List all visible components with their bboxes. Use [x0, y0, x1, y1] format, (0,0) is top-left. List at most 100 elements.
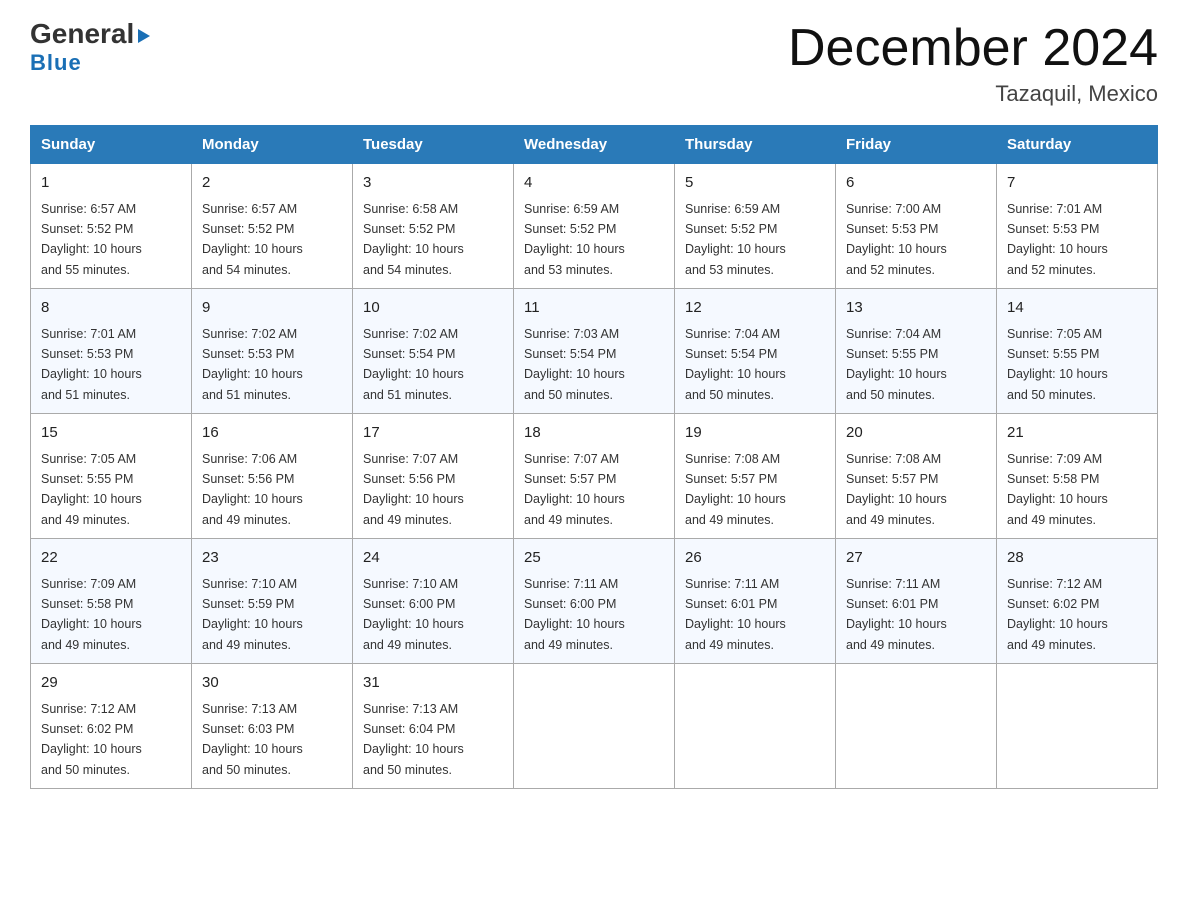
col-friday: Friday [836, 126, 997, 164]
day-number: 27 [846, 547, 986, 570]
day-number: 15 [41, 422, 181, 445]
logo-blue: Blue [30, 50, 82, 76]
day-info: Sunrise: 6:59 AMSunset: 5:52 PMDaylight:… [524, 202, 625, 277]
day-info: Sunrise: 7:05 AMSunset: 5:55 PMDaylight:… [1007, 327, 1108, 402]
day-number: 19 [685, 422, 825, 445]
day-info: Sunrise: 7:10 AMSunset: 6:00 PMDaylight:… [363, 577, 464, 652]
table-row: 29 Sunrise: 7:12 AMSunset: 6:02 PMDayligh… [31, 664, 192, 789]
day-info: Sunrise: 6:59 AMSunset: 5:52 PMDaylight:… [685, 202, 786, 277]
table-row: 3Sunrise: 6:58 AMSunset: 5:52 PMDaylight… [353, 164, 514, 289]
day-info: Sunrise: 7:11 AMSunset: 6:01 PMDaylight:… [846, 577, 947, 652]
day-info: Sunrise: 7:09 AMSunset: 5:58 PMDaylight:… [41, 577, 142, 652]
table-row: 21 Sunrise: 7:09 AMSunset: 5:58 PMDayligh… [997, 414, 1158, 539]
table-row: 31 Sunrise: 7:13 AMSunset: 6:04 PMDayligh… [353, 664, 514, 789]
table-row: 26 Sunrise: 7:11 AMSunset: 6:01 PMDayligh… [675, 539, 836, 664]
day-number: 25 [524, 547, 664, 570]
day-number: 12 [685, 297, 825, 320]
day-info: Sunrise: 7:07 AMSunset: 5:57 PMDaylight:… [524, 452, 625, 527]
day-number: 21 [1007, 422, 1147, 445]
table-row: 23 Sunrise: 7:10 AMSunset: 5:59 PMDayligh… [192, 539, 353, 664]
day-info: Sunrise: 7:13 AMSunset: 6:04 PMDaylight:… [363, 702, 464, 777]
day-number: 4 [524, 172, 664, 195]
table-row: 16Sunrise: 7:06 AMSunset: 5:56 PMDayligh… [192, 414, 353, 539]
day-number: 2 [202, 172, 342, 195]
day-number: 11 [524, 297, 664, 320]
day-info: Sunrise: 6:57 AMSunset: 5:52 PMDaylight:… [202, 202, 303, 277]
col-saturday: Saturday [997, 126, 1158, 164]
day-info: Sunrise: 7:07 AMSunset: 5:56 PMDaylight:… [363, 452, 464, 527]
day-info: Sunrise: 6:57 AMSunset: 5:52 PMDaylight:… [41, 202, 142, 277]
table-row: 22 Sunrise: 7:09 AMSunset: 5:58 PMDayligh… [31, 539, 192, 664]
table-row: 4 Sunrise: 6:59 AMSunset: 5:52 PMDaylight… [514, 164, 675, 289]
day-number: 6 [846, 172, 986, 195]
calendar-week-row: 1 Sunrise: 6:57 AMSunset: 5:52 PMDaylight… [31, 164, 1158, 289]
day-number: 24 [363, 547, 503, 570]
table-row: 17 Sunrise: 7:07 AMSunset: 5:56 PMDayligh… [353, 414, 514, 539]
day-info: Sunrise: 7:10 AMSunset: 5:59 PMDaylight:… [202, 577, 303, 652]
calendar-title: December 2024 [788, 20, 1158, 77]
day-number: 23 [202, 547, 342, 570]
day-info: Sunrise: 7:08 AMSunset: 5:57 PMDaylight:… [685, 452, 786, 527]
table-row [836, 664, 997, 789]
day-info: Sunrise: 7:05 AMSunset: 5:55 PMDaylight:… [41, 452, 142, 527]
day-info: Sunrise: 7:02 AMSunset: 5:53 PMDaylight:… [202, 327, 303, 402]
day-info: Sunrise: 7:11 AMSunset: 6:01 PMDaylight:… [685, 577, 786, 652]
day-number: 3 [363, 172, 503, 195]
table-row: 28 Sunrise: 7:12 AMSunset: 6:02 PMDayligh… [997, 539, 1158, 664]
table-row: 13Sunrise: 7:04 AMSunset: 5:55 PMDayligh… [836, 289, 997, 414]
col-tuesday: Tuesday [353, 126, 514, 164]
table-row: 24 Sunrise: 7:10 AMSunset: 6:00 PMDayligh… [353, 539, 514, 664]
day-number: 20 [846, 422, 986, 445]
table-row: 6 Sunrise: 7:00 AMSunset: 5:53 PMDaylight… [836, 164, 997, 289]
day-number: 28 [1007, 547, 1147, 570]
day-info: Sunrise: 7:12 AMSunset: 6:02 PMDaylight:… [1007, 577, 1108, 652]
table-row: 7Sunrise: 7:01 AMSunset: 5:53 PMDaylight… [997, 164, 1158, 289]
calendar-week-row: 15 Sunrise: 7:05 AMSunset: 5:55 PMDayligh… [31, 414, 1158, 539]
day-number: 16 [202, 422, 342, 445]
day-number: 1 [41, 172, 181, 195]
table-row: 18 Sunrise: 7:07 AMSunset: 5:57 PMDayligh… [514, 414, 675, 539]
calendar-week-row: 29 Sunrise: 7:12 AMSunset: 6:02 PMDayligh… [31, 664, 1158, 789]
day-number: 31 [363, 672, 503, 695]
table-row [514, 664, 675, 789]
day-number: 8 [41, 297, 181, 320]
table-row: 30Sunrise: 7:13 AMSunset: 6:03 PMDayligh… [192, 664, 353, 789]
day-number: 29 [41, 672, 181, 695]
title-block: December 2024 Tazaquil, Mexico [788, 20, 1158, 107]
logo-general: General [30, 20, 152, 48]
day-number: 18 [524, 422, 664, 445]
day-info: Sunrise: 7:02 AMSunset: 5:54 PMDaylight:… [363, 327, 464, 402]
day-number: 14 [1007, 297, 1147, 320]
table-row [675, 664, 836, 789]
day-number: 9 [202, 297, 342, 320]
page-header: General Blue December 2024 Tazaquil, Mex… [30, 20, 1158, 107]
day-number: 22 [41, 547, 181, 570]
day-info: Sunrise: 7:01 AMSunset: 5:53 PMDaylight:… [41, 327, 142, 402]
table-row: 9 Sunrise: 7:02 AMSunset: 5:53 PMDaylight… [192, 289, 353, 414]
day-info: Sunrise: 7:11 AMSunset: 6:00 PMDaylight:… [524, 577, 625, 652]
calendar-table: Sunday Monday Tuesday Wednesday Thursday… [30, 125, 1158, 789]
table-row: 27 Sunrise: 7:11 AMSunset: 6:01 PMDayligh… [836, 539, 997, 664]
day-number: 26 [685, 547, 825, 570]
table-row: 25 Sunrise: 7:11 AMSunset: 6:00 PMDayligh… [514, 539, 675, 664]
table-row: 10 Sunrise: 7:02 AMSunset: 5:54 PMDayligh… [353, 289, 514, 414]
day-info: Sunrise: 7:08 AMSunset: 5:57 PMDaylight:… [846, 452, 947, 527]
table-row: 1 Sunrise: 6:57 AMSunset: 5:52 PMDaylight… [31, 164, 192, 289]
day-info: Sunrise: 7:04 AMSunset: 5:55 PMDaylight:… [846, 327, 947, 402]
calendar-week-row: 8 Sunrise: 7:01 AMSunset: 5:53 PMDaylight… [31, 289, 1158, 414]
day-number: 17 [363, 422, 503, 445]
table-row: 5Sunrise: 6:59 AMSunset: 5:52 PMDaylight… [675, 164, 836, 289]
table-row: 2 Sunrise: 6:57 AMSunset: 5:52 PMDaylight… [192, 164, 353, 289]
day-info: Sunrise: 7:00 AMSunset: 5:53 PMDaylight:… [846, 202, 947, 277]
col-sunday: Sunday [31, 126, 192, 164]
col-monday: Monday [192, 126, 353, 164]
table-row: 15 Sunrise: 7:05 AMSunset: 5:55 PMDayligh… [31, 414, 192, 539]
day-info: Sunrise: 7:13 AMSunset: 6:03 PMDaylight:… [202, 702, 303, 777]
day-number: 10 [363, 297, 503, 320]
col-wednesday: Wednesday [514, 126, 675, 164]
table-row: 19 Sunrise: 7:08 AMSunset: 5:57 PMDayligh… [675, 414, 836, 539]
day-info: Sunrise: 7:12 AMSunset: 6:02 PMDaylight:… [41, 702, 142, 777]
day-info: Sunrise: 7:09 AMSunset: 5:58 PMDaylight:… [1007, 452, 1108, 527]
table-row: 20 Sunrise: 7:08 AMSunset: 5:57 PMDayligh… [836, 414, 997, 539]
day-info: Sunrise: 7:04 AMSunset: 5:54 PMDaylight:… [685, 327, 786, 402]
